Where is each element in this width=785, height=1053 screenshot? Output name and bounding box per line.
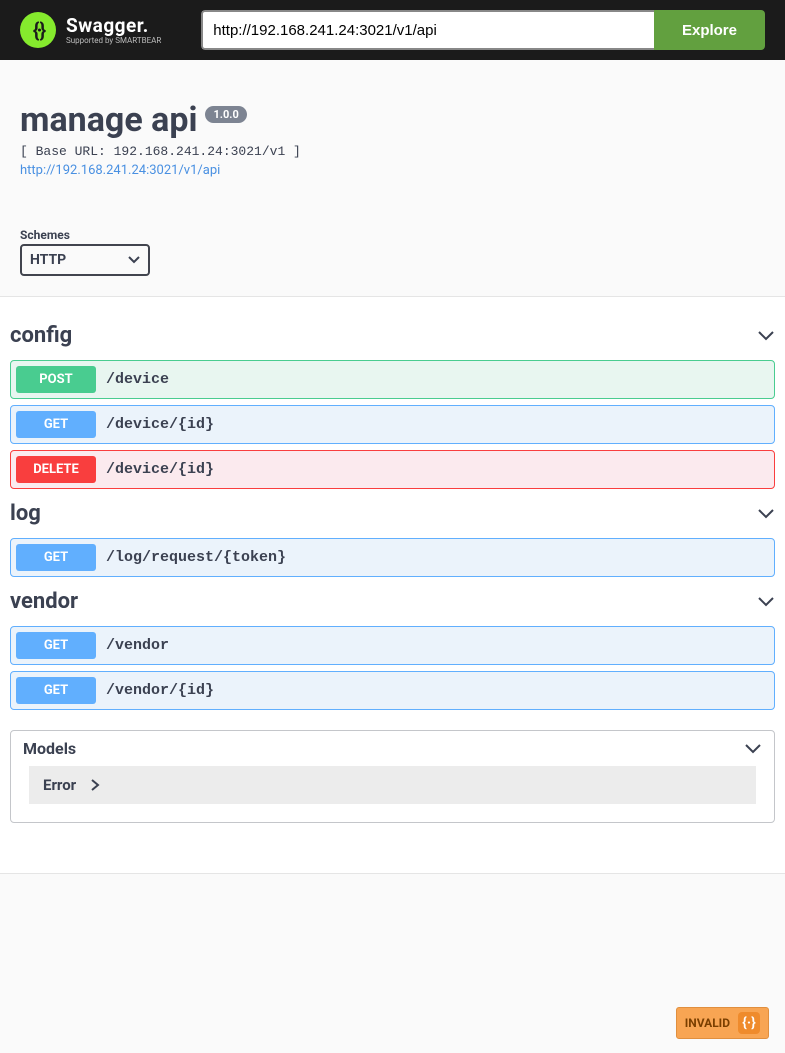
method-badge: POST xyxy=(16,366,96,393)
schemes-select[interactable]: HTTP xyxy=(20,244,150,276)
swagger-badge-icon: {·} xyxy=(738,1012,760,1034)
explore-button[interactable]: Explore xyxy=(654,10,765,50)
tag-vendor[interactable]: vendor xyxy=(0,583,785,620)
op-path: /vendor xyxy=(106,637,169,654)
api-title: manage api xyxy=(20,100,197,140)
brand-subtext: Supported by SMARTBEAR xyxy=(66,37,161,45)
tag-title: config xyxy=(10,323,72,348)
model-name: Error xyxy=(43,776,76,794)
op-path: /device xyxy=(106,371,169,388)
tag-config[interactable]: config xyxy=(0,317,785,354)
models-title: Models xyxy=(23,739,76,758)
op-get-log-request--token-[interactable]: GET/log/request/{token} xyxy=(10,538,775,577)
tag-title: log xyxy=(10,501,41,526)
info-section: manage api 1.0.0 [ Base URL: 192.168.241… xyxy=(20,60,765,208)
models-header[interactable]: Models xyxy=(11,731,774,766)
op-path: /device/{id} xyxy=(106,416,214,433)
tag-title: vendor xyxy=(10,589,78,614)
chevron-down-icon xyxy=(744,743,762,755)
op-delete-device--id-[interactable]: DELETE/device/{id} xyxy=(10,450,775,489)
op-path: /device/{id} xyxy=(106,461,214,478)
version-badge: 1.0.0 xyxy=(205,106,246,123)
op-get-vendor[interactable]: GET/vendor xyxy=(10,626,775,665)
op-post-device[interactable]: POST/device xyxy=(10,360,775,399)
explore-form: Explore xyxy=(201,10,765,50)
method-badge: GET xyxy=(16,544,96,571)
method-badge: DELETE xyxy=(16,456,96,483)
brand-text: Swagger. xyxy=(66,16,161,35)
operations-panel: configPOST/deviceGET/device/{id}DELETE/d… xyxy=(0,296,785,874)
spec-url-input[interactable] xyxy=(201,10,654,50)
model-error[interactable]: Error xyxy=(29,766,756,804)
method-badge: GET xyxy=(16,677,96,704)
models-section: Models Error xyxy=(10,730,775,823)
swagger-logo[interactable]: {·} Swagger. Supported by SMARTBEAR xyxy=(20,12,161,48)
tag-log[interactable]: log xyxy=(0,495,785,532)
schemes-block: Schemes HTTP xyxy=(20,228,765,276)
swagger-logo-icon: {·} xyxy=(20,12,56,48)
chevron-down-icon xyxy=(757,596,775,608)
validator-label: INVALID xyxy=(685,1016,730,1030)
method-badge: GET xyxy=(16,632,96,659)
method-badge: GET xyxy=(16,411,96,438)
op-get-vendor--id-[interactable]: GET/vendor/{id} xyxy=(10,671,775,710)
chevron-right-icon xyxy=(90,779,100,791)
chevron-down-icon xyxy=(128,256,140,264)
op-get-device--id-[interactable]: GET/device/{id} xyxy=(10,405,775,444)
schemes-label: Schemes xyxy=(20,228,765,242)
base-url: [ Base URL: 192.168.241.24:3021/v1 ] xyxy=(20,144,765,159)
op-path: /vendor/{id} xyxy=(106,682,214,699)
chevron-down-icon xyxy=(757,330,775,342)
topbar: {·} Swagger. Supported by SMARTBEAR Expl… xyxy=(0,0,785,60)
op-path: /log/request/{token} xyxy=(106,549,286,566)
validator-badge[interactable]: INVALID {·} xyxy=(676,1007,769,1039)
chevron-down-icon xyxy=(757,508,775,520)
spec-link[interactable]: http://192.168.241.24:3021/v1/api xyxy=(20,163,220,178)
